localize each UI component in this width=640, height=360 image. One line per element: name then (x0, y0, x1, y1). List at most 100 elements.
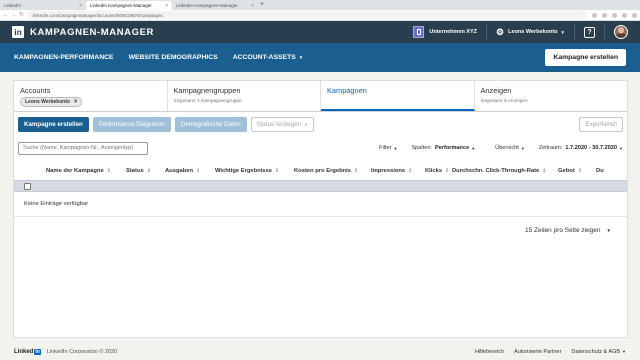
sort-icon[interactable]: ⇕ (408, 168, 412, 174)
action-toolbar: Kampagne erstellen Performance-Diagramm … (14, 112, 627, 137)
footer-logo: Linked in (14, 349, 41, 355)
select-all-row (14, 180, 627, 192)
th-label: Durchschn. Click-Through-Rate (452, 168, 540, 174)
tab-subtitle: Insgesamt 0 Anzeigen (480, 99, 528, 104)
divider (604, 25, 605, 39)
help-center-link[interactable]: Hilfebereich (475, 349, 504, 355)
overview-dropdown[interactable]: Übersicht ▼ (495, 145, 525, 151)
extension-icon[interactable] (612, 12, 617, 18)
th-label: Status (126, 168, 144, 174)
back-icon[interactable]: ← (3, 12, 9, 18)
chevron-down-icon: ▼ (606, 228, 611, 233)
create-campaign-button[interactable]: Kampagne erstellen (18, 117, 89, 132)
th-label: Ausgaben (165, 168, 194, 174)
demographics-button[interactable]: Demografische Daten (174, 117, 247, 132)
close-icon[interactable]: × (165, 3, 168, 9)
tab-subtitle: Insgesamt 1 Kampagnengruppe (173, 99, 242, 104)
partners-link[interactable]: Autorisierte Partner (514, 349, 561, 355)
forward-icon[interactable]: → (11, 12, 17, 18)
select-all-checkbox[interactable] (24, 182, 31, 190)
th-key-results[interactable]: Wichtige Ergebnisse ⇕ (215, 168, 294, 174)
create-campaign-button-header[interactable]: Kampagne erstellen (545, 49, 626, 66)
chevron-down-icon: ▼ (393, 145, 398, 151)
sort-icon[interactable]: ⇕ (275, 168, 279, 174)
export-button[interactable]: Exportieren (579, 117, 623, 132)
browser-tab-label: LinkedIn (4, 3, 22, 8)
th-ctr[interactable]: Durchschn. Click-Through-Rate ⇕ (452, 168, 558, 174)
sort-icon[interactable]: ⇕ (445, 168, 449, 174)
page-footer: Linked in LinkedIn Corporation © 2020 Hil… (0, 344, 640, 360)
close-icon[interactable]: × (74, 99, 78, 105)
browser-tab-label: LinkedIn Kampagnen-Manager (176, 3, 238, 8)
close-icon[interactable]: × (251, 3, 254, 9)
account-switcher[interactable]: Leons Werbekonto (508, 29, 557, 35)
table-header: Name der Kampagne ⇕ Status ⇕ Ausgaben ⇕ Wic… (14, 162, 627, 180)
nav-account-assets[interactable]: ACCOUNT-ASSETS ▼ (233, 54, 304, 61)
app-title: KAMPAGNEN-MANAGER (30, 26, 155, 38)
tab-title: Anzeigen (480, 86, 512, 95)
close-icon[interactable]: × (79, 3, 82, 9)
avatar[interactable] (614, 25, 628, 39)
sort-icon[interactable]: ⇕ (542, 168, 546, 174)
th-truncated[interactable]: Du (596, 168, 626, 174)
tab-campaigns[interactable]: Kampagnen (321, 81, 475, 111)
th-label: Du (596, 168, 604, 174)
privacy-terms-label: Datenschutz & AGB (571, 349, 621, 355)
sort-icon[interactable]: ⇕ (578, 168, 582, 174)
extension-icon[interactable] (622, 12, 627, 18)
company-icon[interactable] (413, 26, 425, 38)
level-tabs: Accounts Leons Werbekonto × Kampagnengrup… (14, 81, 627, 112)
linkedin-logo[interactable]: in (12, 26, 24, 38)
divider (486, 25, 488, 39)
chevron-down-icon: ▼ (622, 349, 626, 354)
tab-ads[interactable]: Anzeigen Insgesamt 0 Anzeigen (475, 81, 628, 111)
sort-icon[interactable]: ⇕ (107, 168, 111, 174)
extension-icon[interactable] (592, 12, 597, 18)
new-tab-icon[interactable]: + (260, 1, 264, 10)
help-icon[interactable]: ? (584, 26, 595, 38)
th-spend[interactable]: Ausgaben ⇕ (165, 168, 215, 174)
th-clicks[interactable]: Klicks ⇕ (425, 168, 452, 174)
period-value: 1.7.2020 - 30.7.2020 (565, 145, 618, 151)
sort-icon[interactable]: ⇕ (354, 168, 358, 174)
profile-icon[interactable] (632, 12, 637, 18)
divider (574, 25, 575, 39)
chevron-down-icon[interactable]: ▼ (561, 30, 565, 35)
sort-icon[interactable]: ⇕ (196, 168, 200, 174)
nav-website-demographics[interactable]: WEBSITE DEMOGRAPHICS (129, 54, 218, 61)
performance-chart-button[interactable]: Performance-Diagramm (92, 117, 171, 132)
set-status-dropdown[interactable]: Status festlegen ▼ (250, 117, 315, 132)
privacy-terms-dropdown[interactable]: Datenschutz & AGB ▼ (571, 349, 626, 355)
th-campaign-name[interactable]: Name der Kampagne ⇕ (46, 168, 126, 174)
th-label: Kosten pro Ergebnis (294, 168, 352, 174)
footer-brand: Linked (14, 349, 34, 355)
rows-per-page-dropdown[interactable]: 15 Zeilen pro Seite zeigen ▼ (14, 217, 627, 234)
company-name[interactable]: Unternehmen XYZ (429, 29, 477, 35)
building-icon (416, 29, 421, 35)
filter-dropdown[interactable]: Filter ▼ (379, 145, 397, 151)
th-status[interactable]: Status ⇕ (126, 168, 165, 174)
period-dropdown[interactable]: Zeitraum: 1.7.2020 - 30.7.2020 ▼ (539, 145, 623, 151)
gear-icon[interactable]: ⚙ (496, 27, 504, 38)
th-cost-per-result[interactable]: Kosten pro Ergebnis ⇕ (294, 168, 371, 174)
columns-dropdown[interactable]: Spalten: Performance ▼ (411, 145, 475, 151)
nav-account-assets-label: ACCOUNT-ASSETS (232, 54, 296, 61)
sub-navigation: KAMPAGNEN-PERFORMANCE WEBSITE DEMOGRAPHI… (0, 43, 640, 72)
chevron-down-icon: ▼ (304, 122, 309, 127)
browser-tab[interactable]: LinkedIn × (0, 1, 86, 10)
campaign-panel: Accounts Leons Werbekonto × Kampagnengrup… (13, 80, 628, 338)
sort-icon[interactable]: ⇕ (147, 168, 151, 174)
account-filter-chip[interactable]: Leons Werbekonto × (20, 97, 83, 107)
browser-tab-active[interactable]: LinkedIn Kampagnen-Manager × (86, 1, 172, 10)
overview-label: Übersicht (495, 145, 519, 151)
browser-tab[interactable]: LinkedIn Kampagnen-Manager × (172, 1, 258, 10)
url-input[interactable]: linkedin.com/campaignmanager/accounts/50… (27, 11, 587, 19)
reload-icon[interactable]: ↻ (19, 12, 24, 18)
extension-icon[interactable] (602, 12, 607, 18)
th-bid[interactable]: Gebot ⇕ (558, 168, 596, 174)
th-impressions[interactable]: Impressions ⇕ (371, 168, 425, 174)
tab-accounts[interactable]: Accounts Leons Werbekonto × (14, 81, 168, 111)
nav-campaign-performance[interactable]: KAMPAGNEN-PERFORMANCE (14, 54, 114, 61)
search-input[interactable]: Suche (Name, Kampagnen-Nr., Anzeigentyp) (18, 141, 148, 155)
tab-campaign-groups[interactable]: Kampagnengruppen Insgesamt 1 Kampagnengr… (168, 81, 321, 111)
